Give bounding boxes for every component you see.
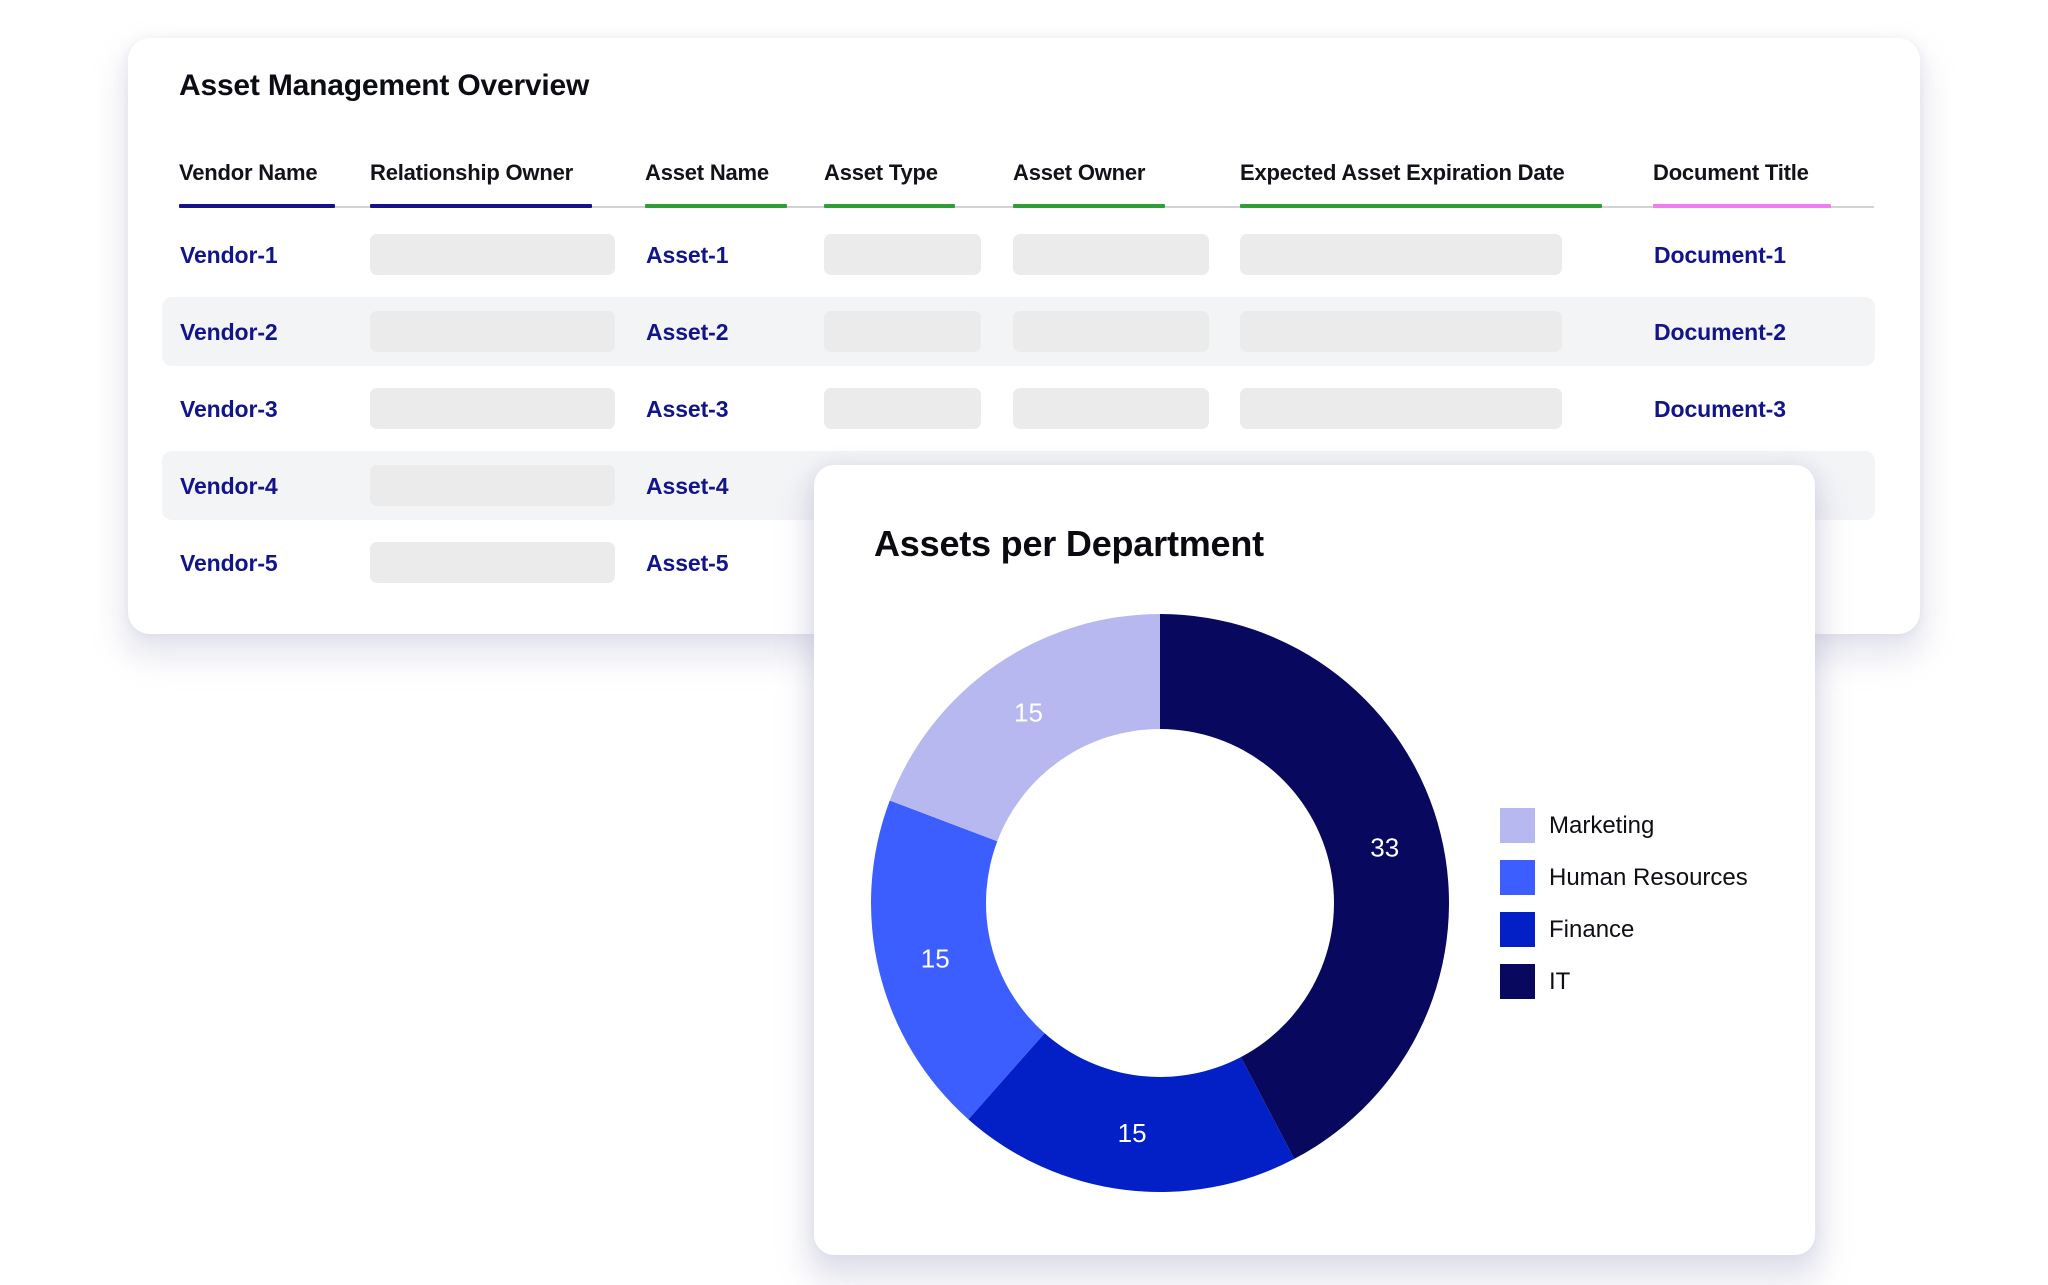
column-header-asset-owner[interactable]: Asset Owner xyxy=(1013,160,1145,186)
column-header-expected-asset-expiration-date[interactable]: Expected Asset Expiration Date xyxy=(1240,160,1565,186)
asset-link[interactable]: Asset-4 xyxy=(646,472,729,500)
legend-label: Human Resources xyxy=(1549,863,1748,891)
placeholder-cell xyxy=(824,388,981,429)
document-link[interactable]: Document-3 xyxy=(1654,395,1786,423)
slice-value-label: 15 xyxy=(1014,697,1043,727)
legend-swatch xyxy=(1500,964,1535,999)
vendor-link[interactable]: Vendor-1 xyxy=(180,241,278,269)
column-underline xyxy=(1013,204,1165,208)
column-underline xyxy=(824,204,955,208)
asset-link[interactable]: Asset-3 xyxy=(646,395,729,423)
column-underline xyxy=(645,204,787,208)
legend-swatch xyxy=(1500,860,1535,895)
placeholder-cell xyxy=(370,465,615,506)
column-header-asset-type[interactable]: Asset Type xyxy=(824,160,938,186)
table-title: Asset Management Overview xyxy=(179,69,590,102)
placeholder-cell xyxy=(370,388,615,429)
asset-link[interactable]: Asset-1 xyxy=(646,241,729,269)
vendor-link[interactable]: Vendor-4 xyxy=(180,472,278,500)
placeholder-cell xyxy=(1013,388,1209,429)
legend-label: Marketing xyxy=(1549,811,1655,839)
column-header-document-title[interactable]: Document Title xyxy=(1653,160,1809,186)
asset-link[interactable]: Asset-2 xyxy=(646,318,729,346)
vendor-link[interactable]: Vendor-5 xyxy=(180,549,278,577)
legend-item-finance[interactable]: Finance xyxy=(1500,912,1748,947)
placeholder-cell xyxy=(1013,311,1209,352)
slice-value-label: 15 xyxy=(1118,1118,1147,1148)
column-underline xyxy=(1653,204,1831,208)
document-link[interactable]: Document-1 xyxy=(1654,241,1786,269)
slice-value-label: 15 xyxy=(921,943,950,973)
column-header-relationship-owner[interactable]: Relationship Owner xyxy=(370,160,573,186)
legend-label: Finance xyxy=(1549,915,1635,943)
placeholder-cell xyxy=(370,311,615,352)
column-header-vendor-name[interactable]: Vendor Name xyxy=(179,160,318,186)
placeholder-cell xyxy=(1013,234,1209,275)
placeholder-cell xyxy=(370,542,615,583)
asset-link[interactable]: Asset-5 xyxy=(646,549,729,577)
column-underline xyxy=(370,204,592,208)
legend-item-it[interactable]: IT xyxy=(1500,964,1748,999)
document-link[interactable]: Document-2 xyxy=(1654,318,1786,346)
vendor-link[interactable]: Vendor-2 xyxy=(180,318,278,346)
column-underline xyxy=(1240,204,1602,208)
chart-legend: Marketing Human Resources Finance IT xyxy=(1500,808,1748,1016)
legend-item-marketing[interactable]: Marketing xyxy=(1500,808,1748,843)
column-underline xyxy=(179,204,335,208)
column-header-asset-name[interactable]: Asset Name xyxy=(645,160,769,186)
placeholder-cell xyxy=(824,311,981,352)
donut-slice-marketing[interactable] xyxy=(889,614,1160,842)
slice-value-label: 33 xyxy=(1370,833,1399,863)
placeholder-cell xyxy=(1240,388,1562,429)
placeholder-cell xyxy=(1240,311,1562,352)
placeholder-cell xyxy=(1240,234,1562,275)
legend-swatch xyxy=(1500,808,1535,843)
assets-per-department-card: Assets per Department 33 15 15 15 Marketing… xyxy=(814,465,1815,1255)
placeholder-cell xyxy=(370,234,615,275)
vendor-link[interactable]: Vendor-3 xyxy=(180,395,278,423)
legend-item-human-resources[interactable]: Human Resources xyxy=(1500,860,1748,895)
legend-swatch xyxy=(1500,912,1535,947)
legend-label: IT xyxy=(1549,967,1571,995)
placeholder-cell xyxy=(824,234,981,275)
